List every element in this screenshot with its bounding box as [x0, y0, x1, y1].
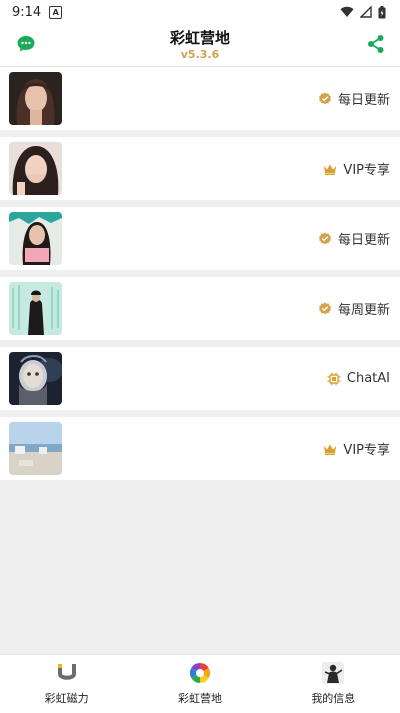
bottom-nav: 彩虹磁力 彩虹营地 我的信息 [0, 654, 400, 713]
item-tag: ChatAI [327, 347, 390, 410]
item-thumbnail [9, 422, 62, 475]
list-item[interactable]: VIP专享 [0, 137, 400, 200]
tag-label: 每周更新 [337, 303, 390, 318]
crown-icon [324, 164, 337, 175]
nav-item-camp[interactable]: 彩虹营地 [133, 655, 266, 713]
status-bar: 9:14 A [0, 0, 400, 24]
list-item[interactable]: 每周更新 [0, 277, 400, 340]
item-tag: 每日更新 [318, 67, 390, 130]
nav-item-profile[interactable]: 我的信息 [267, 655, 400, 713]
item-thumbnail [9, 72, 62, 125]
item-tag: 每日更新 [318, 207, 390, 270]
item-tag: VIP专享 [323, 137, 390, 200]
verified-badge-icon [319, 232, 331, 244]
wifi-icon [340, 6, 354, 18]
list-item[interactable]: VIP专享 [0, 417, 400, 480]
notification-icon: A [49, 5, 63, 19]
crown-icon [324, 444, 337, 455]
nav-label: 彩虹磁力 [44, 692, 89, 705]
tag-label: 每日更新 [337, 93, 390, 108]
verified-badge-icon [319, 302, 331, 314]
app-header: 彩虹营地 v5.3.6 [0, 24, 400, 67]
page-title: 彩虹营地 [169, 29, 230, 47]
tag-label: VIP专享 [343, 443, 390, 458]
tag-label: 每日更新 [337, 233, 390, 248]
battery-icon [378, 5, 386, 18]
status-time: 9:14 [12, 4, 42, 20]
app-version: v5.3.6 [180, 48, 220, 61]
share-icon [368, 35, 384, 53]
nav-item-magnet[interactable]: 彩虹磁力 [0, 655, 133, 713]
item-tag: 每周更新 [318, 277, 390, 340]
list-item[interactable]: ChatAI [0, 347, 400, 410]
list-item[interactable]: 每日更新 [0, 207, 400, 270]
tag-label: VIP专享 [343, 163, 390, 178]
item-thumbnail [9, 142, 62, 195]
rainbow-aperture-icon [189, 662, 211, 684]
share-button[interactable] [366, 34, 386, 54]
chip-icon [327, 372, 341, 385]
item-tag: VIP专享 [323, 417, 390, 480]
magnet-icon [57, 664, 76, 680]
nav-label: 我的信息 [311, 692, 356, 705]
status-indicators [340, 5, 386, 19]
item-thumbnail [9, 352, 62, 405]
user-avatar-icon [322, 662, 345, 684]
list-item[interactable]: 每日更新 [0, 67, 400, 130]
item-thumbnail [9, 282, 62, 335]
nav-label: 彩虹营地 [177, 692, 222, 705]
tag-label: ChatAI [346, 371, 390, 386]
verified-badge-icon [319, 92, 331, 104]
category-list: 每日更新 VIP专享 每日更新 每周更新 ChatAI VIP专享 [0, 67, 400, 487]
signal-icon [360, 6, 372, 18]
item-thumbnail [9, 212, 62, 265]
